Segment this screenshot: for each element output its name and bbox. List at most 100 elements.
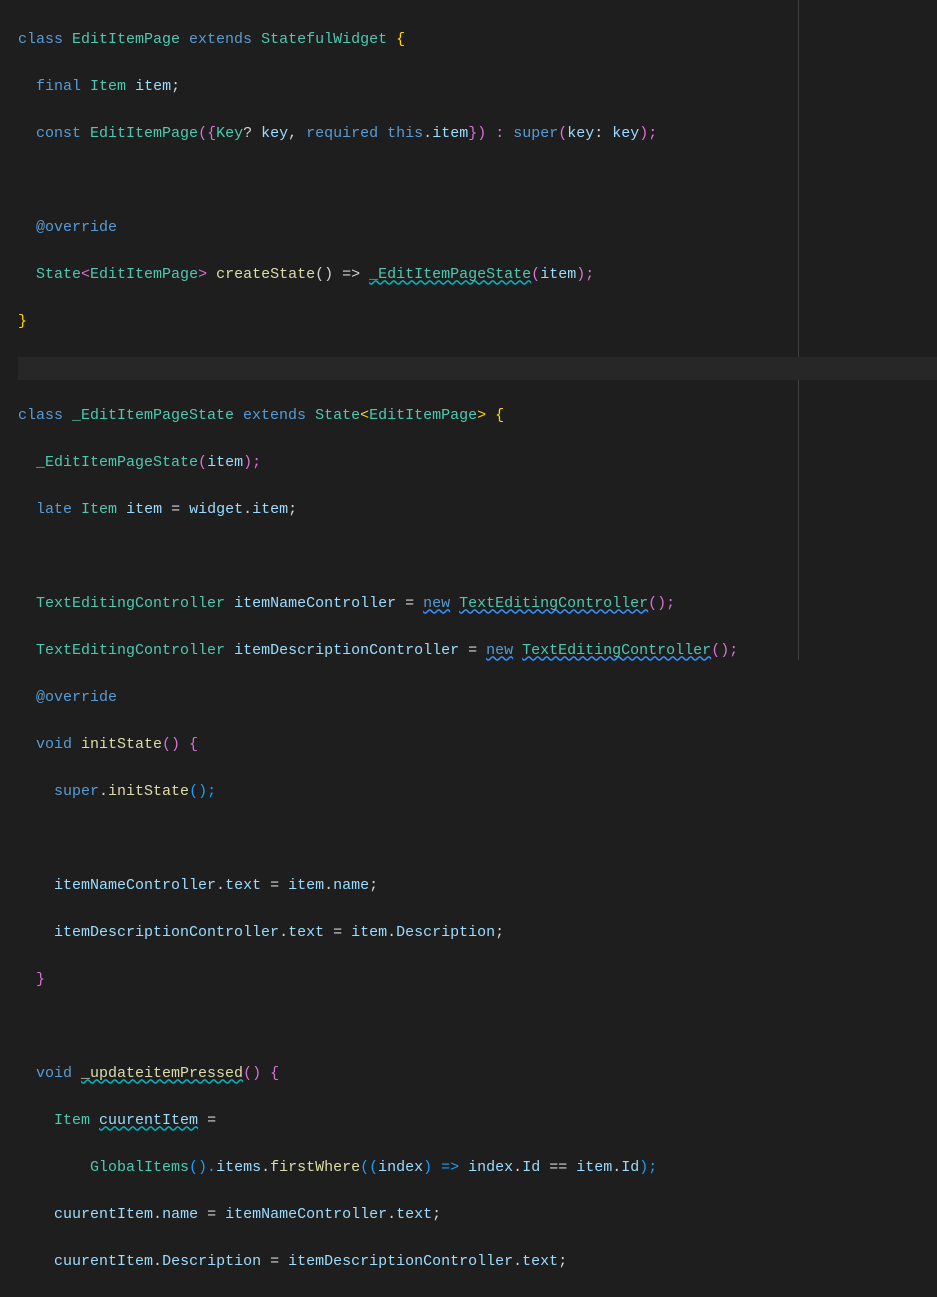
class-ref: GlobalItems <box>90 1159 189 1176</box>
code-line[interactable] <box>18 545 937 569</box>
code-line[interactable]: class _EditItemPageState extends State<E… <box>18 404 937 428</box>
code-line[interactable]: _EditItemPageState(item); <box>18 451 937 475</box>
ref: index <box>468 1159 513 1176</box>
type: Item <box>81 501 117 518</box>
keyword-new: new <box>486 642 513 659</box>
code-line[interactable]: itemDescriptionController.text = item.De… <box>18 921 937 945</box>
type: Key <box>216 125 243 142</box>
ref: item <box>351 924 387 941</box>
param: item <box>207 454 243 471</box>
ref: item <box>576 1159 612 1176</box>
ref: itemDescriptionController <box>288 1253 513 1270</box>
code-line[interactable]: class EditItemPage extends StatefulWidge… <box>18 28 937 52</box>
prop: items <box>216 1159 261 1176</box>
prop: name <box>162 1206 198 1223</box>
type: State <box>36 266 81 283</box>
ref: cuurentItem <box>54 1206 153 1223</box>
code-line[interactable]: void initState() { <box>18 733 937 757</box>
code-line[interactable]: } <box>18 968 937 992</box>
code-line[interactable]: cuurentItem.name = itemNameController.te… <box>18 1203 937 1227</box>
code-line[interactable]: const EditItemPage({Key? key, required t… <box>18 122 937 146</box>
prop: text <box>288 924 324 941</box>
code-line[interactable]: } <box>18 310 937 334</box>
code-line[interactable]: itemNameController.text = item.name; <box>18 874 937 898</box>
field-name: item <box>126 501 162 518</box>
field-name: item <box>135 78 171 95</box>
ref: item <box>288 877 324 894</box>
constructor-call: TextEditingController <box>522 642 711 659</box>
code-line[interactable]: final Item item; <box>18 75 937 99</box>
prop: Description <box>162 1253 261 1270</box>
method-name: _updateitemPressed <box>81 1065 243 1082</box>
code-line-active[interactable] <box>18 357 937 381</box>
ref: itemDescriptionController <box>54 924 279 941</box>
keyword-class: class <box>18 31 72 48</box>
brace: } <box>18 313 27 330</box>
code-editor[interactable]: class EditItemPage extends StatefulWidge… <box>0 0 937 1297</box>
code-line[interactable]: void _updateitemPressed() { <box>18 1062 937 1086</box>
prop: Id <box>621 1159 639 1176</box>
var-name: cuurentItem <box>99 1112 198 1129</box>
keyword-void: void <box>36 1065 81 1082</box>
annotation-override: @override <box>36 689 117 706</box>
prop: text <box>396 1206 432 1223</box>
indent <box>18 78 36 95</box>
brace: }) : <box>468 125 513 142</box>
annotation-override: @override <box>36 219 117 236</box>
keyword-this: this <box>387 125 423 142</box>
brace: () { <box>243 1065 279 1082</box>
type: Item <box>90 78 126 95</box>
brace: } <box>36 971 45 988</box>
param: key <box>261 125 288 142</box>
code-line[interactable]: TextEditingController itemNameController… <box>18 592 937 616</box>
code-line[interactable]: super.initState(); <box>18 780 937 804</box>
type: TextEditingController <box>36 642 225 659</box>
method-name: initState <box>81 736 162 753</box>
prop: text <box>225 877 261 894</box>
base-class: State <box>315 407 360 424</box>
code-line[interactable]: @override <box>18 216 937 240</box>
param: index <box>378 1159 423 1176</box>
constructor-call: TextEditingController <box>459 595 648 612</box>
class-name: EditItemPage <box>72 31 180 48</box>
method-call: initState <box>108 783 189 800</box>
code-line[interactable]: Item cuurentItem = <box>18 1109 937 1133</box>
code-line[interactable] <box>18 169 937 193</box>
code-line[interactable]: late Item item = widget.item; <box>18 498 937 522</box>
keyword-const: const <box>36 125 90 142</box>
generic-type: EditItemPage <box>369 407 477 424</box>
prop: item <box>252 501 288 518</box>
prop: Id <box>522 1159 540 1176</box>
keyword-late: late <box>36 501 81 518</box>
brace: ); <box>639 125 657 142</box>
brace: { <box>387 31 405 48</box>
code-line[interactable]: TextEditingController itemDescriptionCon… <box>18 639 937 663</box>
keyword-super: super <box>513 125 558 142</box>
named-arg: key <box>567 125 594 142</box>
keyword-final: final <box>36 78 90 95</box>
ref: itemNameController <box>225 1206 387 1223</box>
brace: () { <box>162 736 198 753</box>
code-line[interactable]: GlobalItems().items.firstWhere((index) =… <box>18 1156 937 1180</box>
code-line[interactable]: cuurentItem.Description = itemDescriptio… <box>18 1250 937 1274</box>
keyword-super: super <box>54 783 99 800</box>
type: Item <box>54 1112 90 1129</box>
type: TextEditingController <box>36 595 225 612</box>
constructor-name: EditItemPage <box>90 125 198 142</box>
arg: item <box>540 266 576 283</box>
keyword-extends: extends <box>234 407 315 424</box>
semicolon: ; <box>171 78 180 95</box>
base-class: StatefulWidget <box>261 31 387 48</box>
method-name: createState <box>216 266 315 283</box>
brace: ({ <box>198 125 216 142</box>
constructor-name: _EditItemPageState <box>36 454 198 471</box>
keyword-extends: extends <box>180 31 261 48</box>
code-line[interactable] <box>18 827 937 851</box>
keyword-class: class <box>18 407 72 424</box>
ref: itemNameController <box>54 877 216 894</box>
ref: cuurentItem <box>54 1253 153 1270</box>
code-line[interactable] <box>18 1015 937 1039</box>
code-line[interactable]: State<EditItemPage> createState() => _Ed… <box>18 263 937 287</box>
code-line[interactable]: @override <box>18 686 937 710</box>
param: item <box>432 125 468 142</box>
